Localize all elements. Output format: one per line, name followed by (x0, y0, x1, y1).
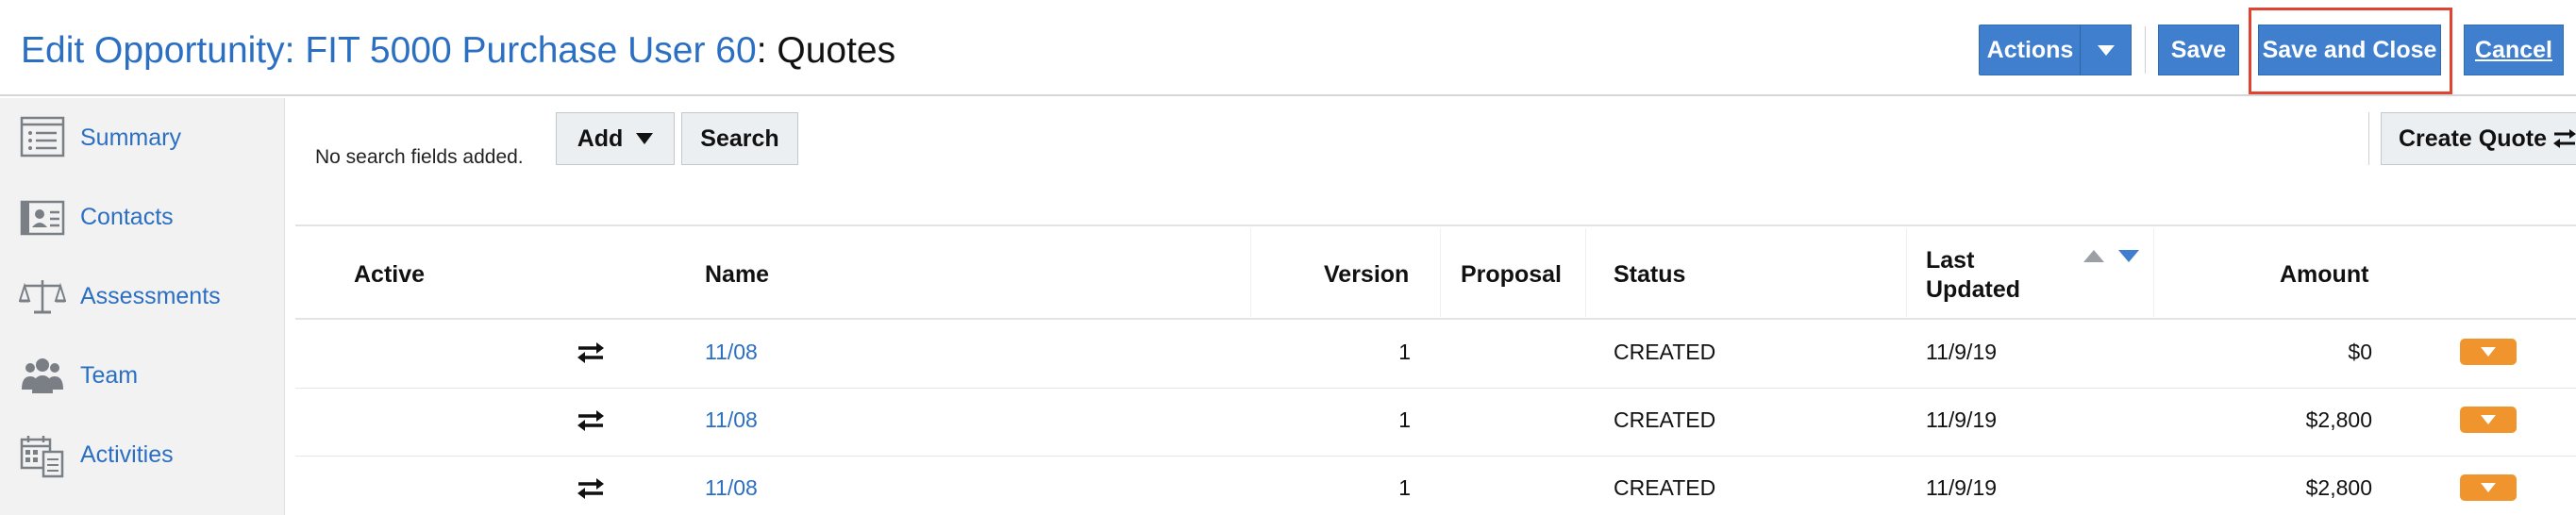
sidebar-item-assessments[interactable]: Assessments (0, 257, 285, 336)
quote-last-updated: 11/9/19 (1926, 407, 1998, 432)
team-icon (22, 358, 63, 393)
column-header-name[interactable]: Name (705, 261, 769, 289)
cancel-button[interactable]: Cancel (2464, 25, 2564, 75)
column-header-amount[interactable]: Amount (2280, 261, 2368, 289)
column-divider (1250, 228, 1251, 317)
column-header-last-updated[interactable]: Last Updated (1926, 246, 2020, 305)
row-actions-menu[interactable] (2460, 339, 2517, 365)
quote-amount: $0 (2348, 340, 2372, 364)
page-header: Edit Opportunity: FIT 5000 Purchase User… (0, 0, 2576, 96)
no-search-fields-text: No search fields added. (315, 146, 524, 168)
quote-last-updated: 11/9/19 (1926, 475, 1998, 500)
column-header-proposal[interactable]: Proposal (1461, 261, 1562, 289)
scale-icon (19, 280, 66, 314)
quote-version: 1 (1398, 407, 1411, 432)
table-top-border (295, 224, 2576, 226)
header-divider (2145, 26, 2146, 74)
sidebar-item-label: Assessments (80, 282, 221, 309)
sidebar-item-label: Team (80, 361, 139, 389)
quote-amount: $2,800 (2305, 407, 2372, 432)
column-divider (1585, 228, 1586, 317)
row-divider (295, 388, 2576, 389)
create-quote-label: Create Quote (2399, 125, 2547, 152)
column-divider (1440, 228, 1441, 317)
actions-dropdown-toggle[interactable] (2080, 25, 2132, 75)
sidebar-item-label: Activities (80, 440, 174, 468)
swap-arrows-icon[interactable] (576, 477, 606, 500)
chevron-down-icon (2481, 415, 2496, 424)
calendar-icon (20, 436, 64, 478)
quote-version: 1 (1398, 340, 1411, 364)
table-header-border (295, 318, 2576, 320)
section-title: Quotes (777, 30, 896, 71)
row-actions-menu[interactable] (2460, 474, 2517, 501)
swap-arrows-icon[interactable] (576, 409, 606, 432)
quote-status: CREATED (1614, 340, 1716, 364)
quote-status: CREATED (1614, 407, 1716, 432)
row-actions-menu[interactable] (2460, 407, 2517, 433)
sidebar-item-summary[interactable]: Summary (0, 98, 285, 177)
save-button[interactable]: Save (2158, 25, 2239, 75)
chevron-down-icon (636, 133, 654, 144)
sort-ascending-icon[interactable] (2083, 250, 2104, 262)
chevron-down-icon (2481, 347, 2496, 357)
toolbar-divider (2368, 112, 2369, 165)
chevron-down-icon (2481, 483, 2496, 492)
sidebar-item-contacts[interactable]: Contacts (0, 177, 285, 257)
column-header-status[interactable]: Status (1614, 261, 1685, 289)
search-button[interactable]: Search (681, 112, 798, 165)
column-header-version[interactable]: Version (1324, 261, 1409, 289)
actions-label: Actions (1986, 36, 2074, 63)
quote-status: CREATED (1614, 475, 1716, 500)
quote-version: 1 (1398, 475, 1411, 500)
create-quote-button[interactable]: Create Quote (2381, 112, 2576, 165)
sidebar: Summary Contacts Assessments Team Activi… (0, 98, 285, 515)
quote-last-updated: 11/9/19 (1926, 340, 1998, 364)
sidebar-item-team[interactable]: Team (0, 336, 285, 415)
add-label: Add (577, 125, 624, 152)
page-title: Edit Opportunity: FIT 5000 Purchase User… (21, 25, 895, 77)
swap-arrows-icon[interactable] (576, 341, 606, 364)
cancel-label: Cancel (2475, 36, 2552, 63)
chevron-down-icon (2097, 44, 2115, 56)
sidebar-item-activities[interactable]: Activities (0, 415, 285, 494)
sidebar-item-label: Summary (80, 124, 181, 151)
sort-descending-icon[interactable] (2118, 250, 2139, 262)
save-label: Save (2170, 36, 2227, 63)
sidebar-item-label: Contacts (80, 203, 174, 230)
column-divider (2153, 228, 2154, 317)
add-button[interactable]: Add (556, 112, 675, 165)
contact-card-icon (20, 200, 65, 236)
column-divider (1906, 228, 1907, 317)
title-colon: : (756, 30, 767, 71)
column-header-last-updated-line1: Last (1926, 247, 1975, 274)
column-header-last-updated-line2: Updated (1926, 276, 2020, 303)
save-and-close-highlight (2249, 8, 2452, 94)
swap-arrows-icon (2552, 129, 2576, 148)
quote-amount: $2,800 (2305, 475, 2372, 500)
search-label: Search (700, 125, 779, 152)
list-icon (20, 116, 65, 158)
quote-name-link[interactable]: 11/08 (705, 340, 758, 365)
opportunity-title-link[interactable]: Edit Opportunity: FIT 5000 Purchase User… (21, 30, 757, 71)
quote-name-link[interactable]: 11/08 (705, 407, 758, 433)
row-divider (295, 456, 2576, 457)
column-header-active: Active (354, 261, 426, 288)
quote-name-link[interactable]: 11/08 (705, 475, 758, 501)
